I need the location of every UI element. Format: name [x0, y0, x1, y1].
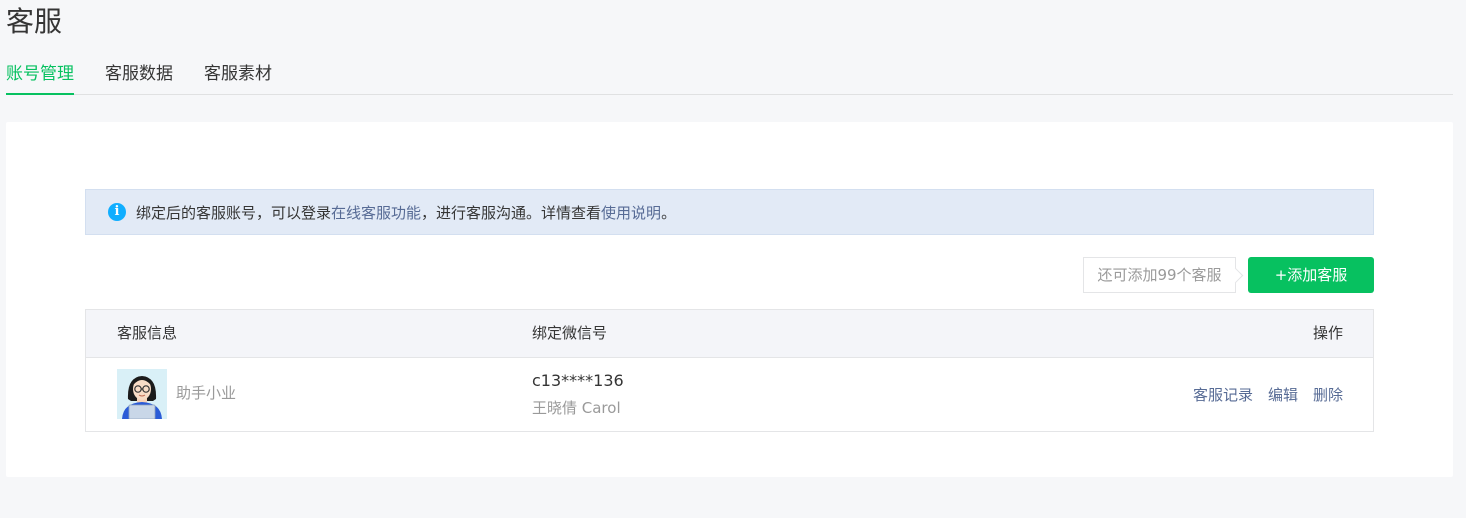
- table-header: 客服信息 绑定微信号 操作: [86, 310, 1373, 358]
- column-header-actions: 操作: [1312, 324, 1343, 342]
- add-service-button[interactable]: +添加客服: [1248, 257, 1374, 293]
- notice-text-1: 绑定后的客服账号，可以登录: [136, 203, 332, 222]
- avatar-image: [117, 369, 167, 419]
- notice-text-3: 。: [661, 203, 677, 222]
- page-title: 客服: [6, 5, 63, 38]
- column-header-service-info: 客服信息: [117, 324, 178, 342]
- table-row: 助手小业 c13****136 王晓倩 Carol 客服记录 编辑 删除: [86, 358, 1373, 431]
- quota-tip: 还可添加99个客服: [1083, 257, 1236, 293]
- avatar: [117, 369, 167, 419]
- tab-service-materials[interactable]: 客服素材: [204, 56, 272, 95]
- bound-wechat-name: 王晓倩 Carol: [532, 399, 621, 417]
- info-notice: i 绑定后的客服账号，可以登录 在线客服功能 ，进行客服沟通。详情查看 使用说明。: [85, 189, 1374, 235]
- tab-service-data[interactable]: 客服数据: [105, 56, 173, 95]
- edit-link[interactable]: 编辑: [1268, 384, 1298, 405]
- info-icon: i: [108, 203, 126, 221]
- main-panel: i 绑定后的客服账号，可以登录 在线客服功能 ，进行客服沟通。详情查看 使用说明。 还…: [6, 122, 1453, 477]
- service-table: 客服信息 绑定微信号 操作 助手小业 c13****136 王晓倩 Carol …: [85, 309, 1374, 432]
- service-record-link[interactable]: 客服记录: [1193, 384, 1253, 405]
- notice-text-2: ，进行客服沟通。详情查看: [421, 203, 602, 222]
- row-actions: 客服记录 编辑 删除: [1193, 384, 1343, 405]
- tab-account-management[interactable]: 账号管理: [6, 56, 74, 95]
- bound-wechat-id: c13****136: [532, 371, 624, 390]
- online-service-link[interactable]: 在线客服功能: [331, 202, 421, 223]
- column-header-wechat-id: 绑定微信号: [532, 324, 608, 342]
- delete-link[interactable]: 删除: [1313, 384, 1343, 405]
- usage-guide-link[interactable]: 使用说明: [601, 202, 661, 223]
- tab-bar: 账号管理 客服数据 客服素材: [6, 56, 1453, 95]
- service-nickname: 助手小业: [176, 384, 237, 402]
